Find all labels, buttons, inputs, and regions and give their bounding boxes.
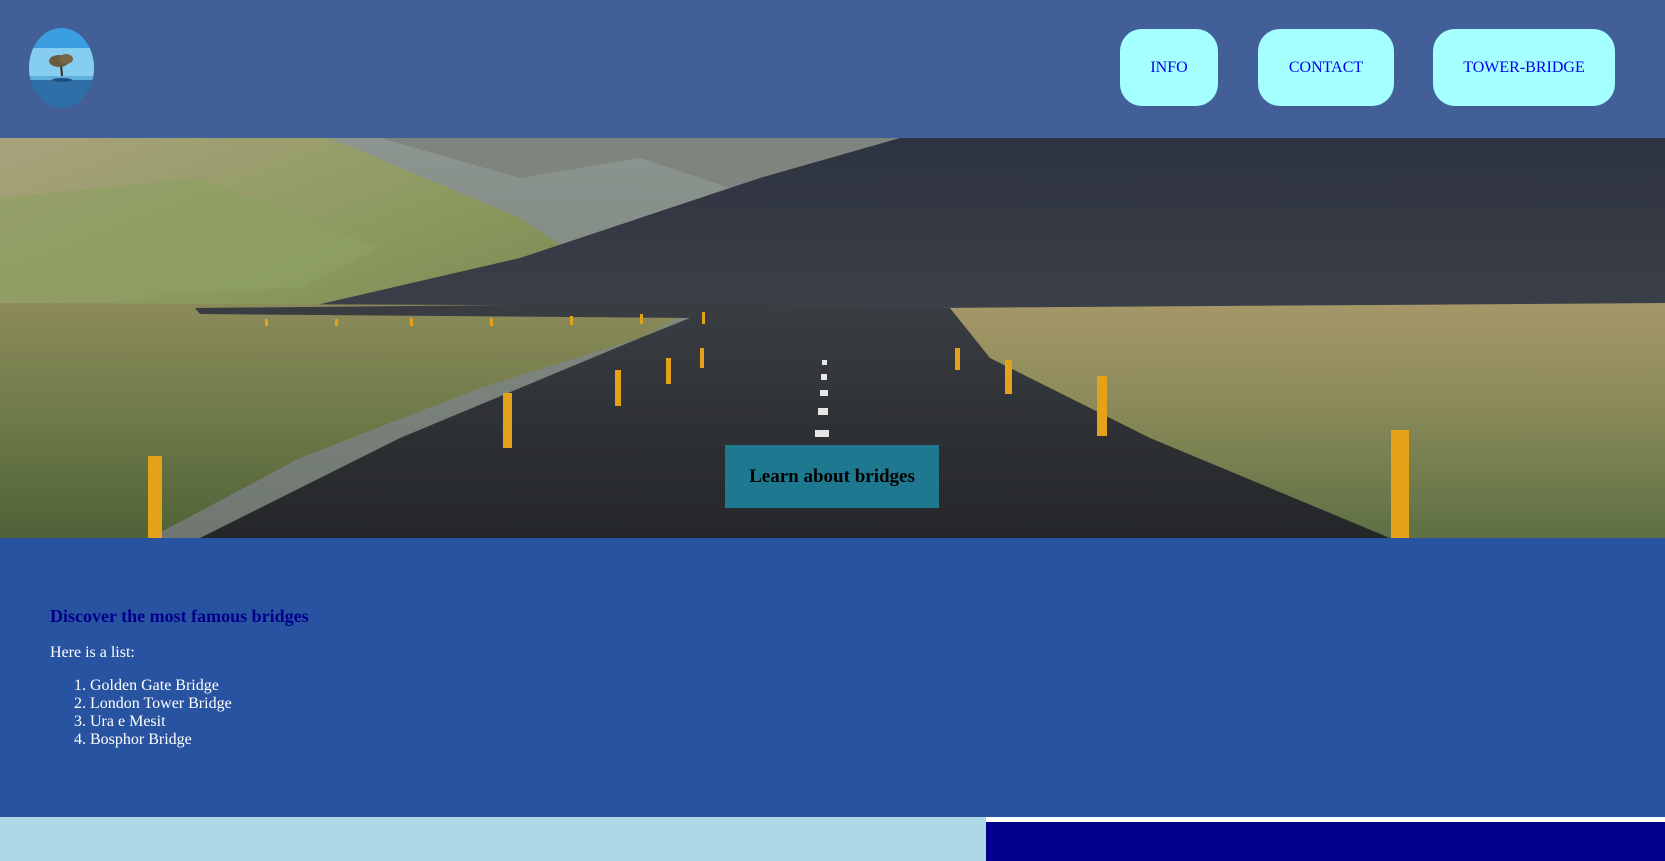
nav-info-button[interactable]: INFO	[1120, 29, 1218, 106]
list-item: Bosphor Bridge	[90, 731, 232, 749]
nav-contact-button[interactable]: CONTACT	[1258, 29, 1394, 106]
footer-right-panel	[986, 817, 1665, 861]
list-intro: Here is a list:	[50, 644, 135, 661]
bridge-list: Golden Gate Bridge London Tower Bridge U…	[50, 677, 232, 749]
section-heading: Discover the most famous bridges	[50, 606, 309, 626]
footer-left-panel	[0, 817, 986, 861]
site-header: INFO CONTACT TOWER-BRIDGE	[0, 0, 1665, 138]
tree-in-water-logo-icon[interactable]	[29, 28, 94, 108]
list-item: London Tower Bridge	[90, 695, 232, 713]
learn-about-bridges-button[interactable]: Learn about bridges	[725, 445, 939, 508]
list-item: Ura e Mesit	[90, 713, 232, 731]
hero-banner: Learn about bridges	[0, 138, 1665, 538]
list-item: Golden Gate Bridge	[90, 677, 232, 695]
footer-right-block	[986, 822, 1665, 861]
nav-tower-bridge-button[interactable]: TOWER-BRIDGE	[1433, 29, 1615, 106]
main-content: Discover the most famous bridges Here is…	[0, 538, 1665, 817]
